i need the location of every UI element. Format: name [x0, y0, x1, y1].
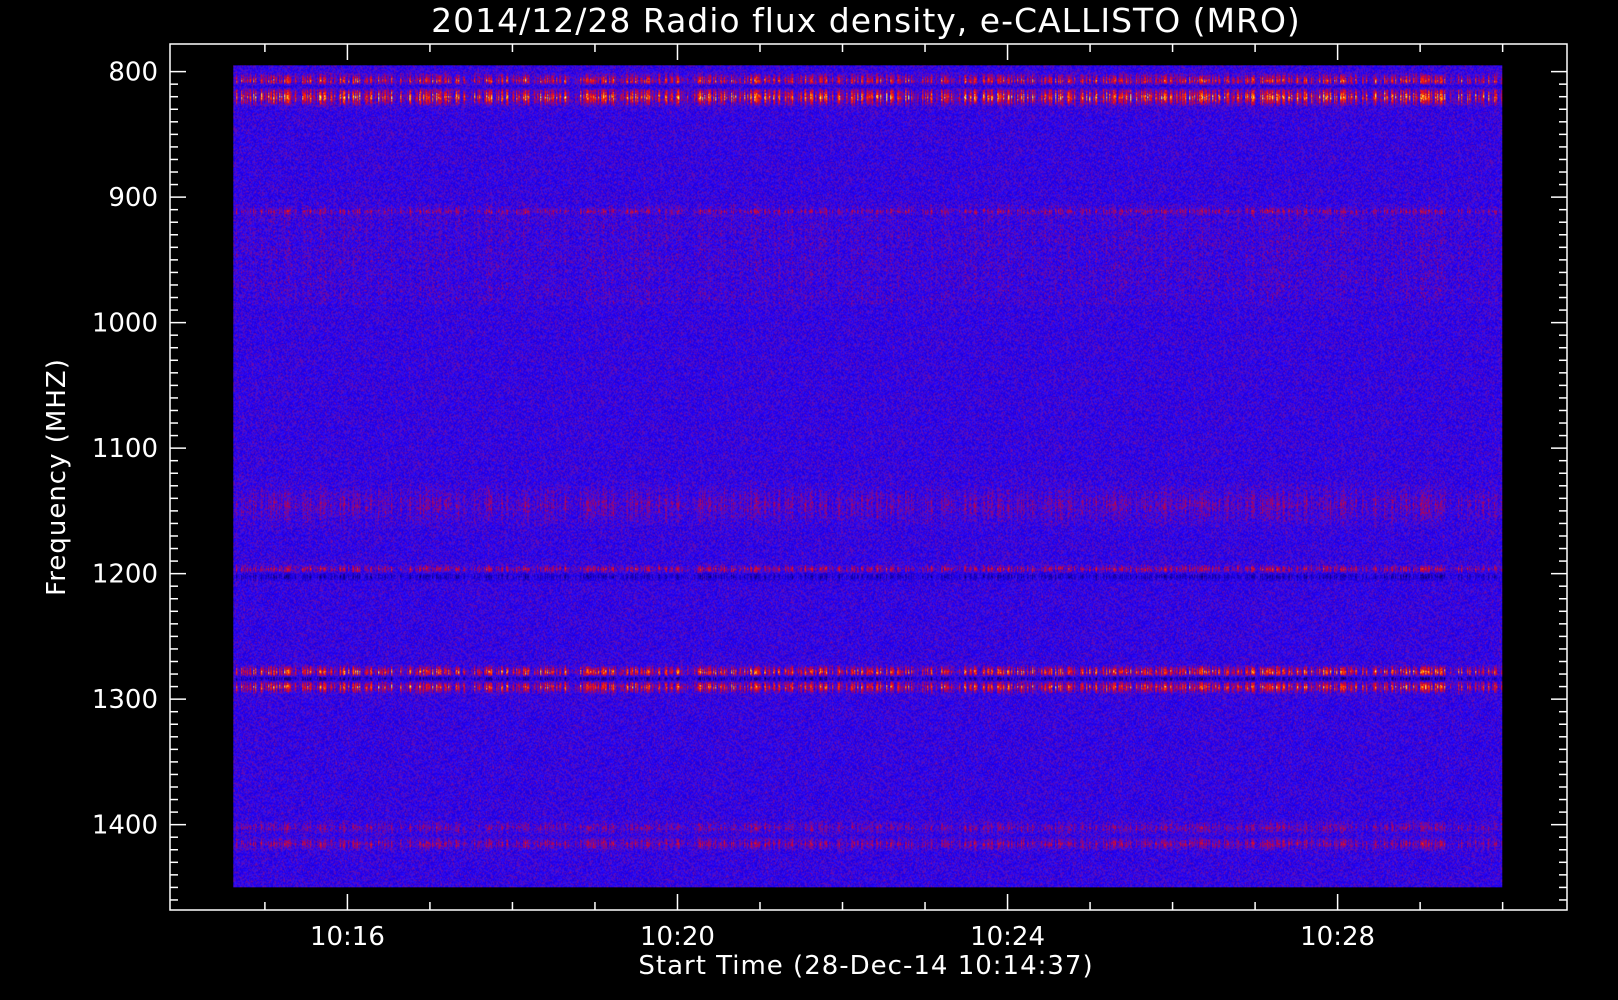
x-axis-label: Start Time (28-Dec-14 10:14:37) [638, 951, 1093, 981]
chart-title: 2014/12/28 Radio flux density, e-CALLIST… [431, 1, 1301, 40]
y-tick-label: 1200 [92, 560, 158, 590]
spectrogram-raster [233, 65, 1503, 888]
y-axis-label: Frequency (MHZ) [42, 358, 72, 596]
spectrogram-image [233, 65, 1503, 888]
y-tick-label: 900 [108, 183, 158, 213]
y-tick-label: 1400 [92, 811, 158, 841]
y-tick-label: 1100 [92, 434, 158, 464]
y-tick-label: 1000 [92, 309, 158, 339]
spectrogram-chart: 2014/12/28 Radio flux density, e-CALLIST… [0, 0, 1618, 1000]
x-tick-label: 10:16 [310, 922, 385, 952]
x-tick-label: 10:20 [640, 922, 715, 952]
x-tick-label: 10:28 [1300, 922, 1375, 952]
y-tick-label: 1300 [92, 685, 158, 715]
y-tick-label: 800 [108, 58, 158, 88]
x-tick-label: 10:24 [970, 922, 1045, 952]
